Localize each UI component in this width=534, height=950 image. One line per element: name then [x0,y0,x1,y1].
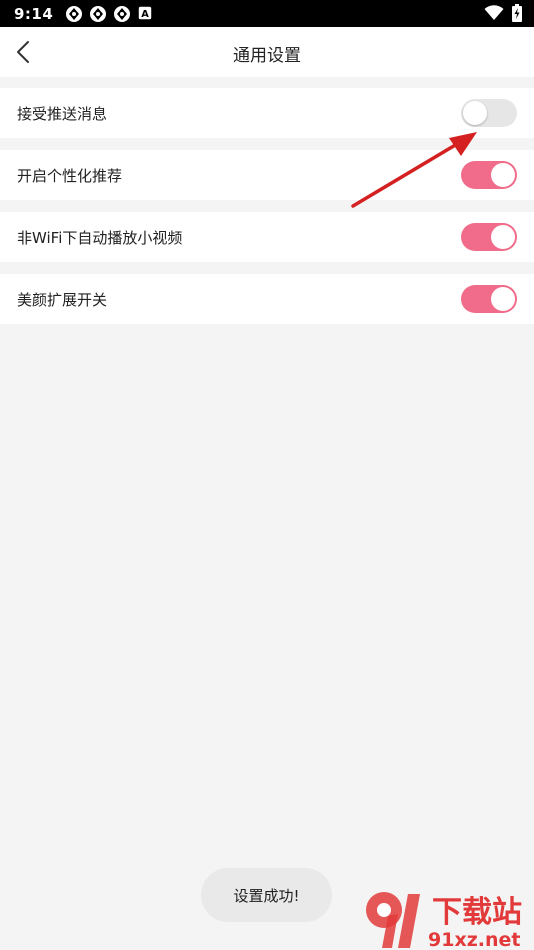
svg-text:A: A [142,9,150,20]
aperture-icon [65,5,83,23]
wifi-icon [484,5,504,25]
annotation-arrow-icon [351,132,477,208]
setting-row-autoplay-non-wifi: 非WiFi下自动播放小视频 [0,212,534,262]
app-badge-icon: A [137,5,155,23]
status-time: 9:14 [14,4,54,23]
toggle-knob [491,163,515,187]
battery-charging-icon [512,4,522,26]
beauty-extension-toggle[interactable] [461,285,517,313]
svg-text:下载站: 下载站 [432,895,522,930]
toggle-knob [491,287,515,311]
setting-label: 接受推送消息 [17,104,108,123]
toggle-knob [491,225,515,249]
autoplay-non-wifi-toggle[interactable] [461,223,517,251]
setting-label: 非WiFi下自动播放小视频 [17,228,183,247]
91-logo-icon [366,892,420,948]
setting-row-beauty-extension: 美颜扩展开关 [0,274,534,324]
setting-label: 美颜扩展开关 [17,290,108,309]
app-header: 通用设置 [0,27,534,77]
page-title: 通用设置 [233,46,301,66]
svg-text:91xz.net: 91xz.net [428,929,520,950]
aperture-icon [89,5,107,23]
setting-label: 开启个性化推荐 [17,166,123,185]
toast-message: 设置成功! [201,868,332,922]
status-bar: 9:14 A [0,0,534,27]
watermark-logo: 下载站 91xz.net [366,892,522,950]
aperture-icon [113,5,131,23]
